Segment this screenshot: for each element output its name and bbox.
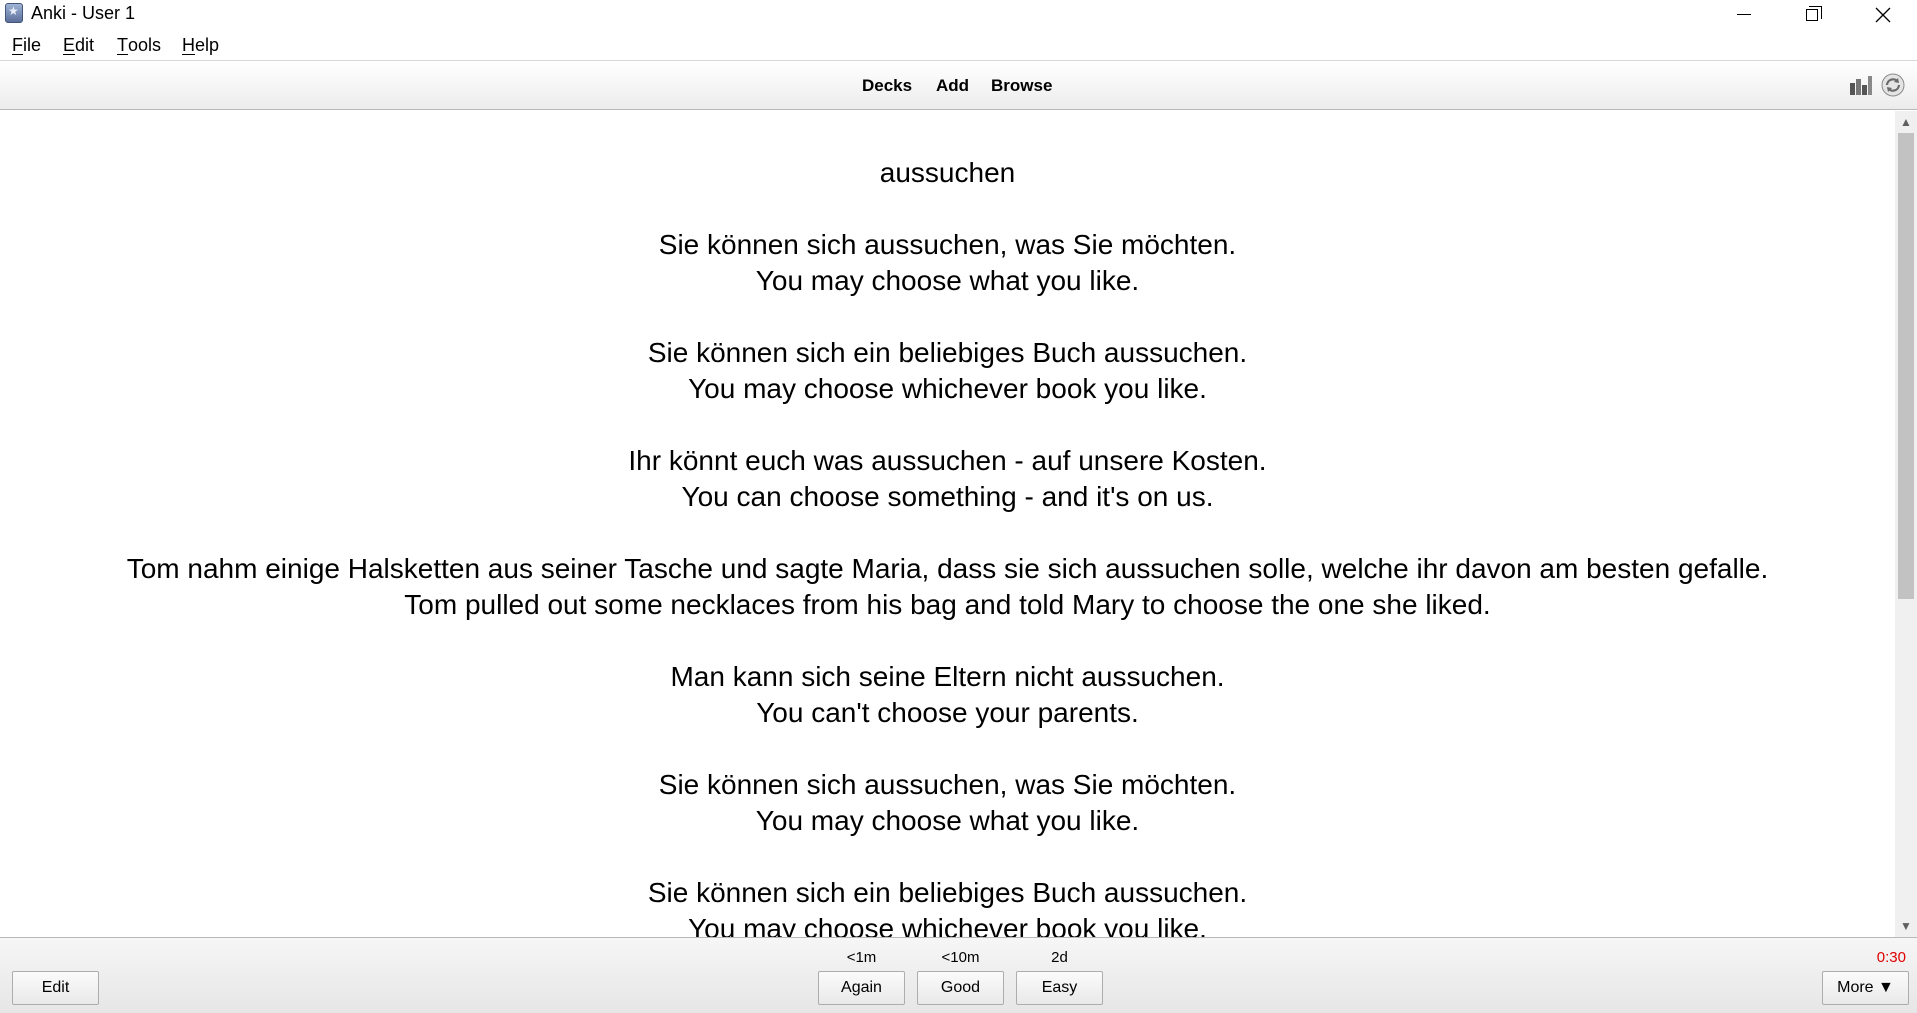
stats-icon[interactable] bbox=[1849, 74, 1873, 96]
example-english: You may choose what you like. bbox=[755, 265, 1140, 296]
scrollbar-thumb[interactable] bbox=[1898, 133, 1914, 599]
menu-tools[interactable]: Tools bbox=[117, 35, 161, 56]
menu-bar: File Edit Tools Help bbox=[0, 29, 1917, 61]
restore-icon bbox=[1806, 5, 1822, 21]
menu-file-mnemonic: F bbox=[12, 35, 23, 55]
easy-interval: 2d bbox=[1051, 949, 1068, 966]
example-german: Sie können sich aussuchen, was Sie möcht… bbox=[658, 229, 1237, 260]
menu-edit-mnemonic: E bbox=[63, 35, 76, 55]
example-german: Sie können sich ein beliebiges Buch auss… bbox=[647, 877, 1248, 908]
example-english: You may choose whichever book you like. bbox=[688, 913, 1207, 937]
restore-button[interactable] bbox=[1778, 0, 1846, 29]
review-bottom-bar: Edit <1m <10m 2d Again Good Easy 0:30 Mo… bbox=[0, 937, 1917, 1013]
example-pair: Sie können sich ein beliebiges Buch auss… bbox=[0, 875, 1895, 937]
menu-tools-label: ools bbox=[128, 35, 162, 55]
example-pair: Tom nahm einige Halsketten aus seiner Ta… bbox=[0, 551, 1895, 623]
example-english: You can't choose your parents. bbox=[756, 697, 1139, 728]
example-pair: Man kann sich seine Eltern nicht aussuch… bbox=[0, 659, 1895, 731]
example-german: Sie können sich aussuchen, was Sie möcht… bbox=[658, 769, 1237, 800]
scroll-up-arrow-icon[interactable]: ▲ bbox=[1895, 111, 1917, 133]
example-pair: Sie können sich aussuchen, was Sie möcht… bbox=[0, 767, 1895, 839]
minimize-button[interactable] bbox=[1710, 0, 1778, 29]
scroll-down-arrow-icon[interactable]: ▼ bbox=[1895, 915, 1917, 937]
example-pair: Ihr könnt euch was aussuchen - auf unser… bbox=[0, 443, 1895, 515]
menu-file-label: ile bbox=[23, 35, 42, 55]
good-button[interactable]: Good bbox=[917, 971, 1004, 1005]
example-german: Man kann sich seine Eltern nicht aussuch… bbox=[670, 661, 1225, 692]
example-german: Sie können sich ein beliebiges Buch auss… bbox=[647, 337, 1248, 368]
review-timer: 0:30 bbox=[1876, 949, 1906, 966]
example-pair: Sie können sich ein beliebiges Buch auss… bbox=[0, 335, 1895, 407]
menu-help-label: elp bbox=[195, 35, 220, 55]
title-bar: Anki - User 1 bbox=[0, 0, 1917, 29]
menu-tools-mnemonic: T bbox=[117, 35, 128, 55]
main-toolbar: Decks Add Browse bbox=[0, 62, 1917, 110]
menu-help-mnemonic: H bbox=[182, 35, 195, 55]
card-viewer[interactable]: aussuchen Sie können sich aussuchen, was… bbox=[0, 111, 1895, 937]
toolbar-browse-link[interactable]: Browse bbox=[991, 76, 1052, 96]
more-button[interactable]: More ▼ bbox=[1822, 971, 1909, 1005]
toolbar-decks-link[interactable]: Decks bbox=[862, 76, 912, 96]
window-title: Anki - User 1 bbox=[31, 3, 136, 23]
sync-icon[interactable] bbox=[1881, 73, 1905, 97]
edit-button[interactable]: Edit bbox=[12, 971, 99, 1005]
good-interval: <10m bbox=[941, 949, 980, 966]
card-content: aussuchen Sie können sich aussuchen, was… bbox=[0, 155, 1895, 937]
example-english: You can choose something - and it's on u… bbox=[681, 481, 1214, 512]
menu-file[interactable]: File bbox=[12, 35, 41, 56]
example-english: You may choose whichever book you like. bbox=[688, 373, 1207, 404]
close-button[interactable] bbox=[1849, 0, 1917, 29]
close-icon bbox=[1875, 7, 1891, 22]
minimize-icon bbox=[1737, 14, 1751, 15]
again-interval: <1m bbox=[846, 949, 877, 966]
example-german: Ihr könnt euch was aussuchen - auf unser… bbox=[628, 445, 1267, 476]
menu-help[interactable]: Help bbox=[182, 35, 219, 56]
easy-button[interactable]: Easy bbox=[1016, 971, 1103, 1005]
example-pair: Sie können sich aussuchen, was Sie möcht… bbox=[0, 227, 1895, 299]
again-button[interactable]: Again bbox=[818, 971, 905, 1005]
example-english: You may choose what you like. bbox=[755, 805, 1140, 836]
example-english: Tom pulled out some necklaces from his b… bbox=[404, 589, 1491, 620]
menu-edit-label: dit bbox=[75, 35, 95, 55]
toolbar-add-link[interactable]: Add bbox=[936, 76, 969, 96]
anki-app-icon bbox=[5, 3, 23, 23]
vertical-scrollbar[interactable]: ▲ ▼ bbox=[1895, 111, 1917, 937]
card-front-word: aussuchen bbox=[879, 157, 1016, 188]
menu-edit[interactable]: Edit bbox=[63, 35, 94, 56]
example-german: Tom nahm einige Halsketten aus seiner Ta… bbox=[126, 553, 1769, 584]
